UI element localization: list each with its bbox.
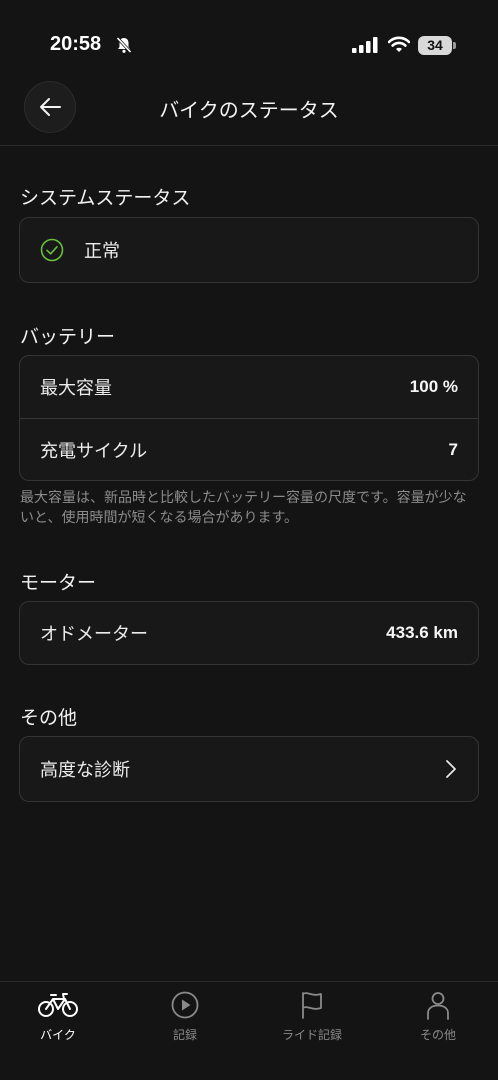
system-status-row: 正常 xyxy=(20,218,478,282)
tab-records-label: 記録 xyxy=(172,1028,197,1042)
bell-off-icon xyxy=(116,36,132,54)
battery-icon: 34 xyxy=(418,36,452,55)
charge-cycles-value: 7 xyxy=(448,439,458,459)
tab-ride-records[interactable]: ライド記録 xyxy=(262,990,362,1043)
tab-bike-label: バイク xyxy=(40,1028,76,1042)
flag-icon xyxy=(302,992,322,1019)
advanced-diagnostics-row[interactable]: 高度な診断 xyxy=(20,737,478,801)
odometer-value: 433.6 km xyxy=(386,623,458,642)
battery-charge-cycles-row: 充電サイクル 7 xyxy=(20,418,478,480)
other-heading: その他 xyxy=(20,707,78,729)
system-status-heading: システムステータス xyxy=(20,187,191,209)
battery-cap xyxy=(453,42,456,49)
tab-other-label: その他 xyxy=(419,1028,456,1042)
system-status-card: 正常 xyxy=(19,217,479,283)
tab-other[interactable]: その他 xyxy=(388,990,488,1043)
tab-bike[interactable]: バイク xyxy=(8,990,108,1043)
bike-status-screen: 20:58 34 バイクのステータス システムステータス 正常 バッテリー 最大… xyxy=(0,0,498,1080)
tab-records[interactable]: 記録 xyxy=(135,990,235,1043)
tab-ride-records-label: ライド記録 xyxy=(281,1028,342,1042)
header: バイクのステータス xyxy=(0,80,498,146)
max-capacity-value: 100 % xyxy=(409,377,458,396)
other-card: 高度な診断 xyxy=(19,736,479,802)
wifi-icon xyxy=(388,36,410,52)
play-circle-icon xyxy=(171,991,199,1019)
person-icon xyxy=(427,992,449,1020)
motor-heading: モーター xyxy=(20,572,97,594)
bike-icon xyxy=(38,993,78,1017)
battery-card: 最大容量 100 % 充電サイクル 7 xyxy=(19,355,479,481)
page-title: バイクのステータス xyxy=(159,98,339,122)
odometer-label: オドメーター xyxy=(40,624,148,645)
tab-bar: バイク 記録 ライド記録 その他 xyxy=(0,981,498,1080)
charge-cycles-label: 充電サイクル xyxy=(40,440,148,462)
max-capacity-label: 最大容量 xyxy=(40,378,112,399)
battery-max-capacity-row: 最大容量 100 % xyxy=(20,356,478,418)
motor-card: オドメーター 433.6 km xyxy=(19,601,479,665)
cellular-signal-icon xyxy=(352,37,378,53)
status-time: 20:58 xyxy=(50,33,102,55)
system-status-text: 正常 xyxy=(84,241,120,262)
battery-heading: バッテリー xyxy=(20,326,116,348)
battery-note: 最大容量は、新品時と比較したバッテリー容量の尺度です。容量が少ないと、使用時間が… xyxy=(20,490,467,526)
advanced-diagnostics-label: 高度な診断 xyxy=(40,760,130,781)
chevron-right-icon xyxy=(446,760,456,778)
status-bar: 20:58 34 xyxy=(0,0,498,92)
odometer-row: オドメーター 433.6 km xyxy=(20,602,478,664)
check-circle-icon xyxy=(40,238,64,262)
